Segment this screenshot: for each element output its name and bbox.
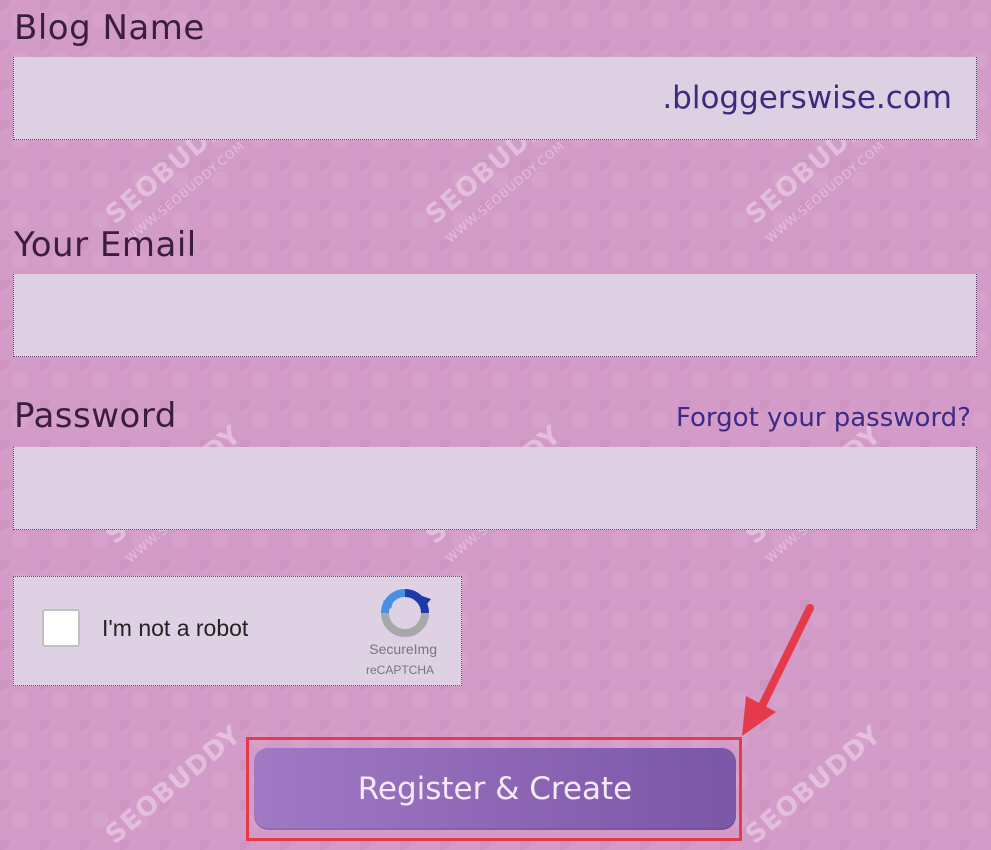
watermark-url: WWW.SEOBUDDY.COM <box>443 138 568 246</box>
recaptcha-label: I'm not a robot <box>102 615 249 641</box>
email-label: Your Email <box>14 225 197 265</box>
password-input[interactable] <box>14 447 976 529</box>
password-label: Password <box>14 396 177 436</box>
recaptcha-brand: SecureImg <box>369 641 437 657</box>
forgot-password-link[interactable]: Forgot your password? <box>676 403 971 433</box>
register-create-button[interactable]: Register & Create <box>254 748 736 830</box>
blog-domain-suffix: .bloggerswise.com <box>662 80 952 116</box>
email-input[interactable] <box>14 274 976 356</box>
email-field[interactable] <box>13 274 977 357</box>
watermark-brand: SEOBUDDY <box>99 719 248 850</box>
recaptcha-checkbox[interactable] <box>42 609 80 647</box>
password-field[interactable] <box>13 447 977 530</box>
recaptcha-logo-icon <box>381 589 431 637</box>
recaptcha-widget: I'm not a robot SecureImg reCAPTCHA <box>13 576 462 686</box>
blog-name-field[interactable]: .bloggerswise.com <box>13 57 977 140</box>
blog-name-label: Blog Name <box>14 8 205 48</box>
watermark-url: WWW.SEOBUDDY.COM <box>763 138 888 246</box>
recaptcha-sub: reCAPTCHA <box>365 663 434 677</box>
arrow-icon <box>742 604 814 736</box>
